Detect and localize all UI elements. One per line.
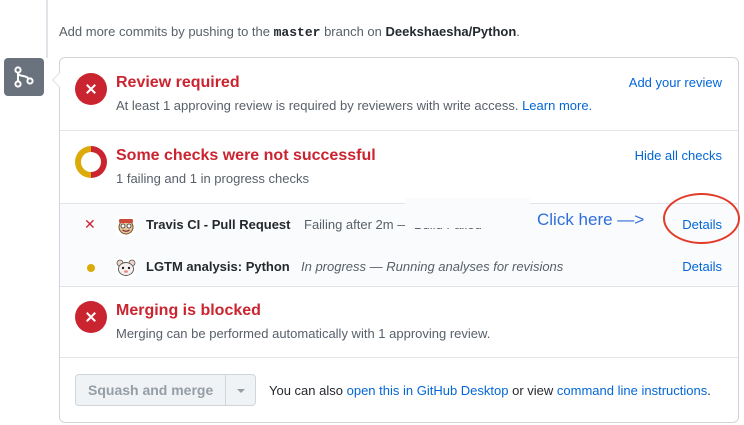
- pending-dot-icon: [87, 264, 95, 272]
- lgtm-icon: [116, 258, 136, 278]
- checks-section: Some checks were not successful 1 failin…: [60, 131, 738, 203]
- merge-description: Merging can be performed automatically w…: [116, 326, 491, 341]
- push-note-suffix: .: [516, 24, 520, 39]
- git-merge-icon: [4, 58, 44, 96]
- actions-prefix: You can also: [269, 383, 343, 398]
- review-description: At least 1 approving review is required …: [116, 98, 592, 113]
- check-name: Travis CI - Pull Request: [146, 217, 291, 232]
- review-description-text: At least 1 approving review is required …: [116, 98, 519, 113]
- checks-title: Some checks were not successful: [116, 147, 376, 164]
- merge-actions-section: Squash and merge You can also open this …: [60, 358, 738, 422]
- check-description: In progress — Running analyses for revis…: [301, 259, 564, 274]
- push-note-middle: branch on: [324, 24, 382, 39]
- merge-status-panel: Review required At least 1 approving rev…: [52, 57, 739, 423]
- hide-all-checks-link[interactable]: Hide all checks: [635, 148, 722, 163]
- annotation-mask: [405, 198, 530, 228]
- checks-progress-donut-icon: [75, 146, 107, 178]
- x-circle-icon: [75, 73, 107, 105]
- add-your-review-link[interactable]: Add your review: [629, 75, 722, 90]
- squash-and-merge-button[interactable]: Squash and merge: [75, 374, 227, 406]
- failed-x-icon: ✕: [84, 216, 96, 232]
- checks-description: 1 failing and 1 in progress checks: [116, 171, 309, 186]
- check-row-lgtm: LGTM analysis: Python In progress — Runn…: [60, 246, 738, 288]
- review-section: Review required At least 1 approving rev…: [60, 58, 738, 131]
- travis-ci-icon: [116, 216, 136, 236]
- timeline-line: [46, 0, 48, 58]
- annotation-circle: [663, 193, 740, 244]
- squash-merge-group: Squash and merge: [75, 374, 257, 406]
- push-note: Add more commits by pushing to the maste…: [59, 24, 520, 40]
- annotation-text: Click here —>: [537, 210, 645, 229]
- x-circle-icon: [75, 301, 107, 333]
- actions-middle: or view: [512, 383, 554, 398]
- review-title: Review required: [116, 74, 240, 91]
- branch-name: master: [273, 25, 321, 40]
- push-note-prefix: Add more commits by pushing to the: [59, 24, 270, 39]
- command-line-instructions-link[interactable]: command line instructions: [557, 383, 707, 398]
- merge-method-dropdown-button[interactable]: [226, 374, 257, 406]
- merge-title: Merging is blocked: [116, 302, 261, 319]
- open-desktop-link[interactable]: open this in GitHub Desktop: [347, 383, 509, 398]
- repo-name: Deekshaesha/Python: [385, 24, 517, 39]
- actions-text: You can also open this in GitHub Desktop…: [269, 383, 711, 398]
- check-name: LGTM analysis: Python: [146, 259, 290, 274]
- learn-more-link[interactable]: Learn more.: [522, 98, 592, 113]
- details-link-lgtm[interactable]: Details: [682, 259, 722, 274]
- merge-blocked-section: Merging is blocked Merging can be perfor…: [60, 287, 738, 358]
- actions-suffix: .: [707, 383, 711, 398]
